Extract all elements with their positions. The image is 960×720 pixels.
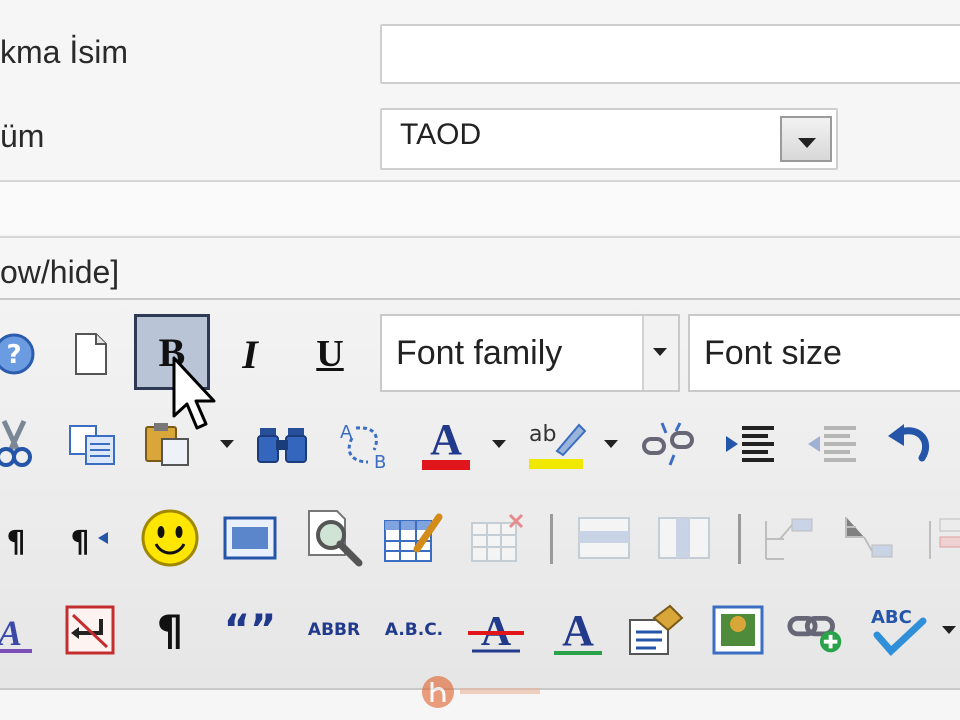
italic-icon: I [242, 331, 258, 377]
highlight-dropdown-icon[interactable] [602, 436, 618, 452]
font-color-dropdown-icon[interactable] [490, 436, 506, 452]
abbr-icon-label: ABBR [307, 620, 361, 640]
svg-text:A: A [430, 416, 462, 464]
font-family-select[interactable]: Font family [380, 314, 680, 392]
paste-dropdown-icon[interactable] [218, 436, 234, 452]
svg-text:ab: ab [529, 422, 556, 447]
spacer-row [0, 182, 960, 234]
svg-text:¶: ¶ [70, 525, 89, 558]
strikethrough-icon[interactable]: A [464, 598, 528, 662]
link-icon[interactable] [786, 598, 850, 662]
acronym-icon-label: A.B.C. [384, 620, 444, 640]
spellcheck-icon[interactable]: ABC [866, 598, 930, 662]
underline-icon: U [316, 333, 344, 375]
rtl-icon[interactable]: ¶ [56, 506, 120, 570]
paragraph-icon-glyph: ¶ [156, 605, 184, 655]
new-document-icon[interactable] [58, 322, 122, 386]
font-size-label: Font size [704, 334, 842, 372]
insert-layer-icon[interactable] [218, 506, 282, 570]
font-color-icon[interactable]: A [414, 412, 478, 476]
section-select[interactable]: TAOD [380, 108, 838, 170]
toggle-editor-link[interactable]: ow/hide] [0, 254, 119, 291]
copy-icon[interactable] [60, 412, 124, 476]
table-icon[interactable] [380, 506, 444, 570]
quote-icon[interactable]: “” [218, 598, 282, 662]
toolbar-separator [550, 514, 553, 564]
underline-button[interactable]: U [298, 322, 362, 386]
svg-text:ABC: ABC [871, 607, 912, 628]
ltr-icon[interactable]: ¶ [0, 506, 44, 570]
svg-text:?: ? [6, 340, 21, 370]
paragraph-icon[interactable]: ¶ [138, 598, 202, 662]
undo-icon[interactable] [878, 412, 942, 476]
toolbar-separator [738, 514, 741, 564]
svg-text:A: A [0, 613, 22, 653]
preview-icon[interactable] [302, 506, 366, 570]
unlink-icon[interactable] [636, 412, 700, 476]
font-family-label: Font family [396, 334, 563, 372]
abbr-icon[interactable]: ABBR [300, 598, 368, 662]
acronym-icon[interactable]: A.B.C. [380, 598, 448, 662]
font-size-select[interactable]: Font size [688, 314, 960, 392]
section-label: üm [0, 118, 45, 154]
help-icon[interactable]: ? [0, 322, 46, 386]
spellcheck-dropdown-icon[interactable] [940, 622, 956, 638]
chevron-down-icon[interactable] [780, 116, 832, 162]
quote-icon-glyph: “” [223, 607, 277, 653]
page-break-icon[interactable] [58, 598, 122, 662]
indent-icon[interactable] [718, 412, 782, 476]
divider [0, 236, 960, 238]
svg-text:B: B [374, 452, 386, 472]
delete-row-icon[interactable] [916, 506, 960, 570]
cell-split-icon[interactable] [758, 506, 822, 570]
alias-label: kma İsim [0, 34, 128, 70]
style-icon[interactable]: A [0, 598, 44, 662]
cell-merge-icon[interactable] [838, 506, 902, 570]
text-style-icon[interactable]: A [546, 598, 610, 662]
delete-table-icon[interactable] [464, 506, 528, 570]
cut-icon[interactable] [0, 412, 46, 476]
image-icon[interactable] [706, 598, 770, 662]
emoticon-icon[interactable] [138, 506, 202, 570]
replace-icon[interactable]: AB [332, 412, 396, 476]
alias-input[interactable] [380, 24, 960, 84]
column-icon[interactable] [652, 506, 716, 570]
section-select-value: TAOD [400, 118, 482, 151]
svg-text:A: A [562, 606, 594, 655]
paste-icon[interactable] [136, 412, 200, 476]
italic-button[interactable]: I [218, 322, 282, 386]
find-icon[interactable] [250, 412, 314, 476]
svg-text:¶: ¶ [6, 525, 25, 558]
chevron-down-icon[interactable] [642, 316, 678, 390]
outdent-icon[interactable] [800, 412, 864, 476]
row-icon[interactable] [572, 506, 636, 570]
highlight-color-icon[interactable]: ab [526, 412, 590, 476]
template-icon[interactable] [624, 598, 688, 662]
watermark-logo [422, 676, 540, 708]
